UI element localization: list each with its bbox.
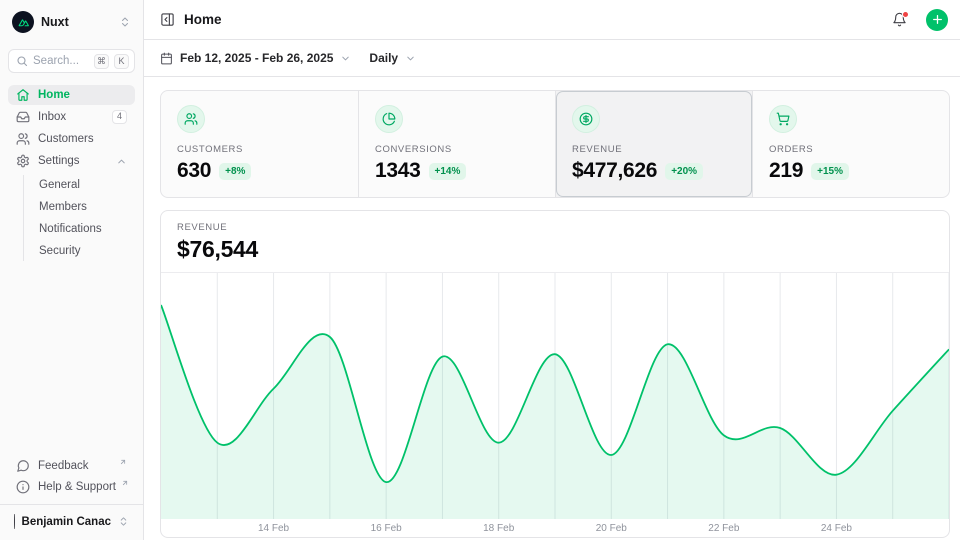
- nuxt-logo-icon: [12, 11, 34, 33]
- chevron-down-icon: [340, 53, 351, 64]
- interval-value: Daily: [369, 51, 398, 65]
- plus-icon: [931, 13, 944, 26]
- chart-x-axis: 14 Feb 16 Feb 18 Feb 20 Feb 22 Feb 24 Feb: [161, 519, 949, 537]
- sidebar-spacer: [8, 263, 135, 455]
- settings-subnav: General Members Notifications Security: [23, 175, 135, 261]
- external-link-icon: [119, 458, 127, 466]
- filters-toolbar: Feb 12, 2025 - Feb 26, 2025 Daily: [144, 40, 960, 77]
- collapse-sidebar-icon[interactable]: [160, 12, 175, 27]
- stat-value: $477,626: [572, 159, 657, 183]
- content: CUSTOMERS 630 +8% CONVERSIONS 1343 +14%: [144, 77, 960, 540]
- stat-value: 630: [177, 159, 211, 183]
- x-axis-tick-label: 18 Feb: [477, 523, 521, 534]
- team-selector[interactable]: Nuxt: [8, 8, 135, 36]
- search-input-wrap[interactable]: ⌘ K: [8, 49, 135, 73]
- users-icon: [16, 132, 30, 146]
- sidebar-item-feedback[interactable]: Feedback: [8, 455, 135, 476]
- user-menu[interactable]: Benjamin Canac: [8, 511, 135, 532]
- chevron-down-icon: [405, 53, 416, 64]
- search-input[interactable]: [33, 55, 89, 67]
- sidebar-item-home[interactable]: Home: [8, 85, 135, 105]
- sidebar-item-inbox[interactable]: Inbox 4: [8, 107, 135, 127]
- sidebar-divider: [0, 504, 143, 505]
- sidebar-nav: Home Inbox 4 Customers Settings Ge: [8, 85, 135, 263]
- interval-select[interactable]: Daily: [369, 51, 416, 65]
- notifications-button[interactable]: [892, 12, 907, 27]
- x-axis-tick-label: 24 Feb: [814, 523, 858, 534]
- external-link-icon: [121, 479, 129, 487]
- revenue-chart-card: REVENUE $76,544 14 Feb 16 Feb 18 Feb 20 Feb…: [160, 210, 950, 538]
- info-circle-icon: [16, 480, 30, 494]
- stat-card-conversions[interactable]: CONVERSIONS 1343 +14%: [358, 91, 555, 197]
- pie-chart-icon: [375, 105, 403, 133]
- stat-label: ORDERS: [769, 144, 933, 155]
- stats-strip: CUSTOMERS 630 +8% CONVERSIONS 1343 +14%: [160, 90, 950, 198]
- chevrons-up-down-icon: [118, 516, 129, 527]
- stat-card-revenue[interactable]: REVENUE $477,626 +20%: [555, 91, 752, 197]
- main-area: Home Feb 12, 2025 - Feb 26, 2025 Daily: [144, 0, 960, 540]
- search-icon: [16, 55, 28, 67]
- sidebar: Nuxt ⌘ K Home Inbox 4: [0, 0, 144, 540]
- message-circle-icon: [16, 459, 30, 473]
- stat-label: CUSTOMERS: [177, 144, 342, 155]
- revenue-chart-svg: [161, 273, 949, 519]
- sidebar-item-label: Settings: [38, 155, 108, 167]
- page-header: Home: [144, 0, 960, 40]
- kbd-k: K: [114, 54, 129, 69]
- sidebar-item-label: Inbox: [38, 111, 104, 123]
- sidebar-item-members[interactable]: Members: [35, 197, 135, 217]
- team-name: Nuxt: [41, 15, 112, 29]
- date-range-value: Feb 12, 2025 - Feb 26, 2025: [180, 51, 333, 65]
- stat-label: REVENUE: [572, 144, 736, 155]
- shopping-cart-icon: [769, 105, 797, 133]
- x-axis-tick-label: 20 Feb: [589, 523, 633, 534]
- stat-label: CONVERSIONS: [375, 144, 539, 155]
- sidebar-item-notifications[interactable]: Notifications: [35, 219, 135, 239]
- chart-metric-label: REVENUE: [177, 222, 933, 233]
- x-axis-tick-label: 16 Feb: [364, 523, 408, 534]
- sidebar-item-settings[interactable]: Settings: [8, 151, 135, 171]
- stat-card-orders[interactable]: ORDERS 219 +15%: [752, 91, 949, 197]
- date-range-picker[interactable]: Feb 12, 2025 - Feb 26, 2025: [160, 51, 351, 65]
- sidebar-item-security[interactable]: Security: [35, 241, 135, 261]
- stat-delta-badge: +15%: [811, 163, 849, 180]
- page-title: Home: [184, 12, 883, 27]
- chart-header: REVENUE $76,544: [161, 211, 949, 273]
- sidebar-item-label: Customers: [38, 133, 127, 145]
- sidebar-item-general[interactable]: General: [35, 175, 135, 195]
- sidebar-item-label: Home: [38, 89, 127, 101]
- sidebar-item-label: Help & Support: [38, 481, 116, 493]
- gear-icon: [16, 154, 30, 168]
- chevron-up-icon: [116, 156, 127, 167]
- stat-delta-badge: +14%: [429, 163, 467, 180]
- stat-delta-badge: +20%: [665, 163, 703, 180]
- home-icon: [16, 88, 30, 102]
- stat-value: 219: [769, 159, 803, 183]
- revenue-area-chart[interactable]: [161, 273, 949, 519]
- inbox-icon: [16, 110, 30, 124]
- stat-value: 1343: [375, 159, 421, 183]
- chart-metric-value: $76,544: [177, 236, 933, 263]
- stat-delta-badge: +8%: [219, 163, 251, 180]
- kbd-cmd: ⌘: [94, 54, 109, 69]
- avatar: [14, 514, 15, 529]
- chevrons-up-down-icon: [119, 16, 131, 28]
- x-axis-tick-label: 22 Feb: [702, 523, 746, 534]
- inbox-count-badge: 4: [112, 110, 127, 124]
- circle-dollar-icon: [572, 105, 600, 133]
- calendar-icon: [160, 52, 173, 65]
- add-button[interactable]: [926, 9, 948, 31]
- sidebar-item-customers[interactable]: Customers: [8, 129, 135, 149]
- sidebar-item-help-support[interactable]: Help & Support: [8, 476, 135, 497]
- user-name: Benjamin Canac: [22, 516, 111, 528]
- x-axis-tick-label: 14 Feb: [252, 523, 296, 534]
- stat-card-customers[interactable]: CUSTOMERS 630 +8%: [161, 91, 358, 197]
- users-icon: [177, 105, 205, 133]
- notification-dot: [902, 11, 909, 18]
- sidebar-item-label: Feedback: [38, 460, 114, 472]
